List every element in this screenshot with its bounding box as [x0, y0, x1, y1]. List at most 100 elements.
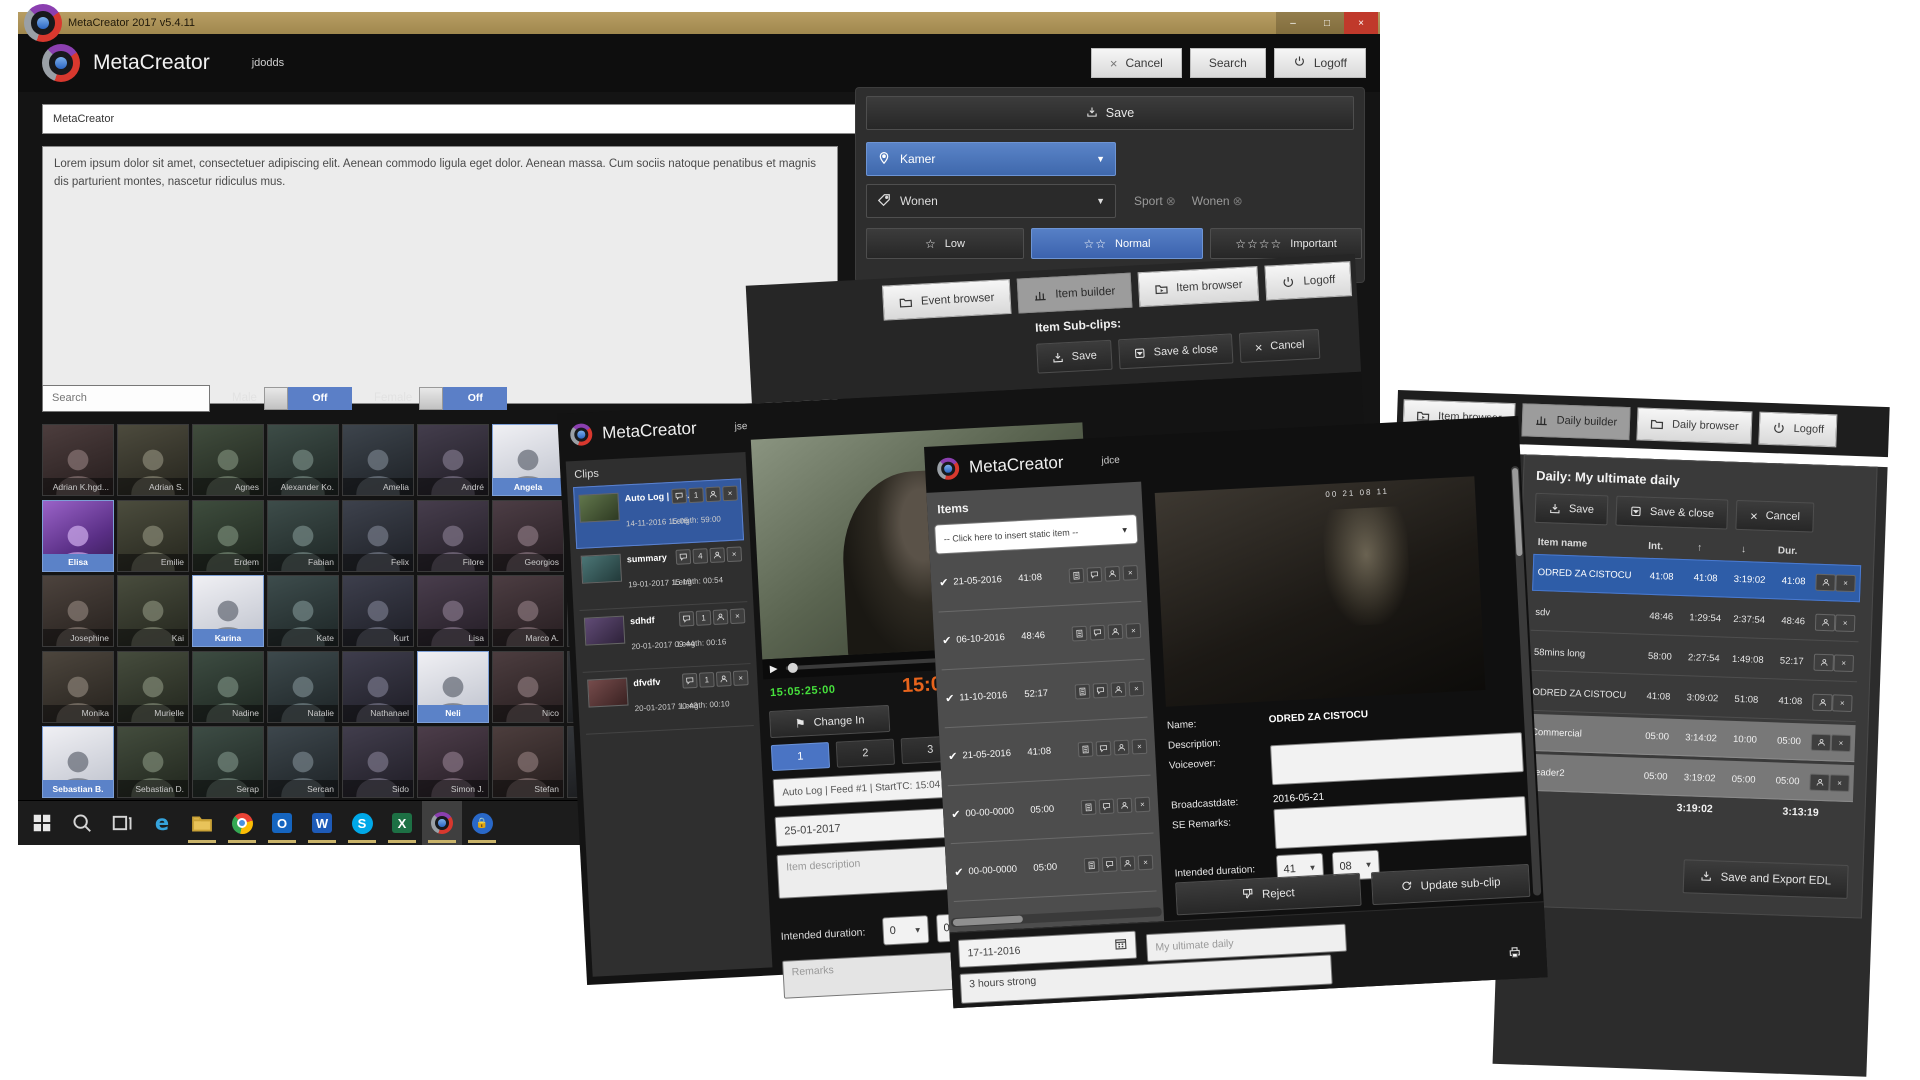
save-export-edl-button[interactable]: Save and Export EDL — [1683, 859, 1849, 899]
cancel-button[interactable]: ×Cancel — [1239, 329, 1320, 363]
delete-clip-icon[interactable]: × — [722, 486, 738, 502]
person-card[interactable]: Kurt — [342, 575, 414, 647]
item-list-row[interactable]: ✔11-10-201652:17× — [942, 660, 1148, 729]
delete-clip-icon[interactable]: × — [733, 670, 749, 686]
taskbar-taskview-icon[interactable] — [102, 801, 142, 845]
person-icon[interactable] — [713, 609, 729, 625]
person-card[interactable]: Kate — [267, 575, 339, 647]
clip-editor-tab-item-browser[interactable]: Item browser — [1137, 266, 1259, 307]
delete-item-icon[interactable]: × — [1135, 797, 1151, 813]
taskbar-edge-icon[interactable]: e — [142, 801, 182, 845]
tag-chip[interactable]: Wonen⊗ — [1192, 194, 1243, 208]
remove-row-icon[interactable]: × — [1832, 694, 1853, 712]
person-icon[interactable] — [1120, 856, 1136, 872]
logoff-button[interactable]: Logoff — [1274, 48, 1366, 78]
doc-icon[interactable] — [1081, 799, 1097, 815]
taskbar-search-icon[interactable] — [62, 801, 102, 845]
doc-icon[interactable] — [1084, 857, 1100, 873]
male-toggle[interactable]: Off — [264, 387, 352, 410]
save-button[interactable]: Save — [866, 96, 1354, 130]
person-icon[interactable] — [1813, 653, 1834, 671]
remove-row-icon[interactable]: × — [1833, 654, 1854, 672]
person-icon[interactable] — [716, 671, 732, 687]
location-dropdown[interactable]: Kamer▼ — [866, 142, 1116, 176]
save-button[interactable]: Save — [1036, 340, 1113, 374]
person-card[interactable]: Nadine — [192, 651, 264, 723]
taskbar-skype-icon[interactable]: S — [342, 801, 382, 845]
taskbar-metacreator-icon[interactable] — [422, 801, 462, 845]
person-card[interactable]: Nathanael — [342, 651, 414, 723]
item-list-row[interactable]: ✔21-05-201641:08× — [936, 544, 1142, 613]
person-icon[interactable] — [1114, 740, 1130, 756]
clip-list-item[interactable]: dfvdfv20-01-2017 10:43Length: 00:101× — [583, 664, 754, 735]
person-card[interactable]: Erdem — [192, 500, 264, 572]
person-card[interactable]: Felix — [342, 500, 414, 572]
person-card[interactable]: Emilie — [117, 500, 189, 572]
page-button-2[interactable]: 2 — [836, 739, 895, 768]
person-icon[interactable] — [1117, 798, 1133, 814]
person-card[interactable]: Serap — [192, 726, 264, 798]
page-button-1[interactable]: 1 — [771, 742, 830, 771]
item-list-row[interactable]: ✔00-00-000005:00× — [951, 834, 1157, 903]
person-card[interactable]: Alexander Ko. — [267, 424, 339, 496]
comment-icon[interactable] — [679, 611, 695, 627]
comment-icon[interactable] — [671, 488, 687, 504]
doc-icon[interactable] — [1072, 626, 1088, 642]
comment-icon[interactable] — [1099, 799, 1115, 815]
cancel-button[interactable]: ×Cancel — [1736, 500, 1815, 533]
person-card[interactable]: Neli — [417, 651, 489, 723]
duration-minutes-select[interactable]: 0▼ — [882, 915, 929, 945]
delete-clip-icon[interactable]: × — [730, 608, 746, 624]
print-icon[interactable] — [1508, 945, 1529, 966]
seek-knob[interactable] — [787, 663, 798, 674]
person-card[interactable]: Agnes — [192, 424, 264, 496]
remove-tag-icon[interactable]: ⊗ — [1166, 194, 1176, 208]
person-card[interactable]: Filore — [417, 500, 489, 572]
person-card[interactable]: Sido — [342, 726, 414, 798]
person-card[interactable]: Lisa — [417, 575, 489, 647]
comment-icon[interactable] — [1090, 625, 1106, 641]
clip-editor-tab-item-builder[interactable]: Item builder — [1016, 273, 1132, 314]
save-close-button[interactable]: Save & close — [1118, 333, 1234, 369]
remove-row-icon[interactable]: × — [1829, 774, 1850, 792]
maximize-button[interactable]: □ — [1310, 12, 1344, 34]
delete-item-icon[interactable]: × — [1138, 855, 1154, 871]
person-card[interactable]: André — [417, 424, 489, 496]
item-list-row[interactable]: ✔06-10-201648:46× — [939, 602, 1145, 671]
item-list-row[interactable]: ✔21-05-201641:08× — [945, 718, 1151, 787]
remove-row-icon[interactable]: × — [1831, 734, 1852, 752]
cancel-button[interactable]: ×Cancel — [1091, 48, 1182, 78]
doc-icon[interactable] — [1078, 742, 1094, 758]
female-toggle[interactable]: Off — [419, 387, 507, 410]
play-icon[interactable]: ▶ — [770, 663, 778, 674]
person-card[interactable]: Monika — [42, 651, 114, 723]
clip-list-item[interactable]: sdhdf20-01-2017 09:44Length: 00:161× — [580, 602, 751, 673]
minimize-button[interactable]: – — [1276, 12, 1310, 34]
remove-row-icon[interactable]: × — [1835, 614, 1856, 632]
person-card[interactable]: Josephine — [42, 575, 114, 647]
daily-date-field[interactable]: 17-11-2016 — [958, 931, 1137, 968]
doc-icon[interactable] — [1069, 568, 1085, 584]
person-card[interactable]: Sercan — [267, 726, 339, 798]
delete-item-icon[interactable]: × — [1126, 623, 1142, 639]
taskbar-outlook-icon[interactable]: O — [262, 801, 302, 845]
person-card[interactable]: Adrian K.hgd... — [42, 424, 114, 496]
taskbar-chrome-icon[interactable] — [222, 801, 262, 845]
voiceover-textarea[interactable] — [1270, 732, 1524, 785]
close-button[interactable]: × — [1344, 12, 1378, 34]
person-icon[interactable] — [705, 486, 721, 502]
doc-icon[interactable] — [1075, 684, 1091, 700]
clip-count-badge[interactable]: 1 — [696, 610, 712, 626]
clip-editor-tab-event-browser[interactable]: Event browser — [882, 279, 1011, 321]
daily-tab-logoff[interactable]: Logoff — [1758, 411, 1837, 447]
comment-icon[interactable] — [1093, 683, 1109, 699]
tag-chip[interactable]: Sport⊗ — [1134, 194, 1176, 208]
clip-list-item[interactable]: Auto Log | Fee...14-11-2016 15:05Length:… — [573, 478, 744, 549]
taskbar-explorer-icon[interactable] — [182, 801, 222, 845]
person-card[interactable]: Georgios — [492, 500, 564, 572]
person-card[interactable]: Natalie — [267, 651, 339, 723]
daily-table-row[interactable]: Leader205:003:19:0205:0005:00× — [1525, 754, 1854, 802]
person-card[interactable]: Angela — [492, 424, 564, 496]
person-card[interactable]: Kai — [117, 575, 189, 647]
person-icon[interactable] — [1111, 682, 1127, 698]
